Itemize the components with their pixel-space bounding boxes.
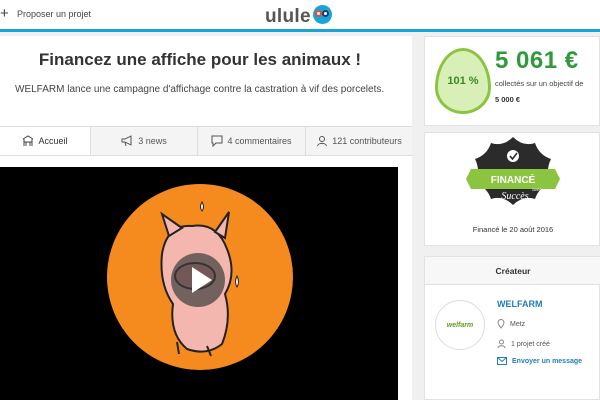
megaphone-icon <box>121 135 132 147</box>
brand-logo[interactable]: ulule <box>265 4 332 27</box>
avatar-logo-text: welfarm <box>446 321 474 329</box>
success-badge-icon: FINANCÉ avec Succès <box>466 137 560 205</box>
brand-name: ulule <box>265 6 311 27</box>
creator-header: Créateur <box>425 257 600 285</box>
progress-egg: 101 % <box>435 48 491 114</box>
tab-label: Accueil <box>38 136 68 146</box>
tab-news[interactable]: 3 news <box>90 127 197 155</box>
envelope-icon <box>497 357 507 365</box>
send-message-link[interactable]: Envoyer un message <box>497 357 582 365</box>
badge-success-text: Succès <box>501 191 528 202</box>
user-icon <box>317 136 328 147</box>
comment-icon <box>211 135 223 147</box>
location-icon <box>497 319 505 329</box>
collected-label: collectés sur un objectif de <box>495 79 584 88</box>
project-main: Financez une affiche pour les animaux ! … <box>0 36 412 400</box>
tab-accueil[interactable]: Accueil <box>0 127 90 155</box>
creator-avatar[interactable]: welfarm <box>435 300 485 350</box>
success-badge-card: FINANCÉ avec Succès Financé le 20 août 2… <box>424 132 600 246</box>
goal-amount: 5 000 € <box>495 95 521 104</box>
creator-projects-text: 1 projet créé <box>511 340 550 348</box>
project-subtitle: WELFARM lance une campagne d'affichage c… <box>15 84 385 95</box>
badge-ribbon-text: FINANCÉ <box>491 173 536 186</box>
propose-project-link[interactable]: Proposer un projet <box>17 9 91 19</box>
brand-eyes-icon <box>312 4 332 24</box>
tab-comments[interactable]: 4 commentaires <box>197 127 305 155</box>
top-bar: + Proposer un projet ulule <box>0 0 600 32</box>
project-title: Financez une affiche pour les animaux ! <box>38 50 362 69</box>
badge-connector-text: avec <box>532 187 542 192</box>
user-icon <box>497 339 506 349</box>
plus-icon[interactable]: + <box>0 6 9 21</box>
project-tabs: Accueil 3 news 4 commentaires 121 contri… <box>0 126 412 156</box>
creator-city: Metz <box>497 319 525 329</box>
tab-label: 4 commentaires <box>227 136 292 146</box>
home-icon <box>23 135 34 146</box>
project-video[interactable] <box>0 167 398 400</box>
tab-label: 3 news <box>138 136 167 146</box>
creator-projects: 1 projet créé <box>497 339 550 349</box>
send-message-text: Envoyer un message <box>512 357 583 365</box>
creator-name[interactable]: WELFARM <box>497 299 543 309</box>
creator-card: Créateur welfarm WELFARM Metz 1 projet c… <box>424 256 600 400</box>
funded-date: Financé le 20 août 2016 <box>472 225 554 234</box>
collected-amount: 5 061 € <box>495 47 579 74</box>
creator-city-text: Metz <box>510 320 526 328</box>
tab-contributors[interactable]: 121 contributeurs <box>305 127 412 155</box>
funding-card: 101 % 5 061 € collectés sur un objectif … <box>424 36 600 126</box>
play-icon[interactable] <box>171 253 225 307</box>
tab-label: 121 contributeurs <box>332 136 402 146</box>
